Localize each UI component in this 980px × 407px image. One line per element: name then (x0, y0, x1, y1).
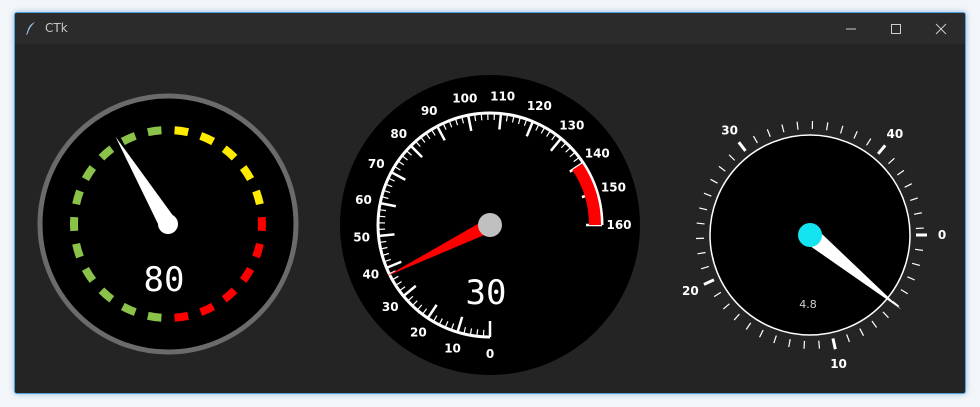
middle-gauge-tick (476, 329, 479, 337)
right-gauge-tick (907, 276, 915, 281)
right-gauge-label: 20 (682, 284, 699, 298)
right-gauge-value: 4.8 (799, 298, 817, 311)
right-gauge-tick (900, 289, 909, 295)
right-gauge-tick (788, 339, 791, 348)
middle-gauge-label: 150 (601, 181, 626, 195)
middle-gauge-tick (378, 215, 386, 218)
middle-gauge-label: 10 (444, 341, 461, 355)
close-icon (935, 23, 947, 35)
minimize-icon (846, 28, 856, 30)
right-gauge-tick (882, 311, 889, 319)
middle-gauge-label: 30 (382, 300, 399, 314)
right-gauge-tick (745, 322, 752, 330)
right-gauge-tick (910, 197, 918, 202)
right-gauge-tick (818, 340, 821, 349)
middle-gauge-label: 60 (355, 193, 372, 207)
right-gauge-label: 10 (830, 357, 847, 371)
right-gauge-tick (888, 157, 895, 165)
right-gauge[interactable]: 0 10 20 30 40 4.8 (682, 90, 951, 371)
title-bar[interactable]: CTk (15, 13, 965, 44)
right-gauge-tick (737, 141, 747, 152)
right-gauge-tick (781, 124, 785, 133)
right-gauge-tick (703, 192, 712, 197)
right-gauge-tick (839, 125, 844, 134)
right-gauge-tick (700, 265, 709, 270)
app-window: CTk 80 0 10 20 30 40 50 60 70 80 90 100 … (14, 12, 966, 394)
middle-gauge-tick (378, 233, 395, 238)
right-gauge-tick (773, 335, 777, 344)
right-gauge-tick (713, 291, 722, 298)
right-gauge-tick (703, 278, 715, 286)
right-gauge-tick (718, 165, 726, 172)
right-gauge-tick (846, 334, 851, 343)
middle-gauge-label: 160 (606, 218, 631, 232)
middle-gauge-label: 120 (527, 99, 552, 113)
left-gauge-hub (158, 214, 178, 234)
middle-gauge-value: 30 (466, 273, 507, 313)
middle-gauge-label: 100 (452, 91, 477, 105)
right-gauge-tick (722, 303, 730, 310)
right-gauge-tick (831, 338, 837, 350)
middle-gauge-label: 40 (362, 267, 379, 281)
right-gauge-tick (796, 121, 799, 130)
right-gauge-tick (871, 320, 878, 328)
middle-gauge-tick (480, 113, 483, 121)
right-gauge-tick (752, 135, 758, 144)
close-button[interactable] (918, 13, 964, 44)
right-gauge-tick (911, 262, 921, 267)
feather-icon (26, 22, 35, 35)
right-gauge-label: 40 (886, 127, 903, 141)
right-gauge-tick (859, 328, 865, 336)
right-gauge-tick (697, 251, 706, 255)
middle-gauge-label: 80 (390, 127, 407, 141)
right-gauge-tick (733, 313, 740, 321)
gauge-panel: 80 0 10 20 30 40 50 60 70 80 90 100 110 120 130 140 150… (15, 44, 965, 393)
right-gauge-hub (798, 223, 822, 247)
middle-gauge-label: 130 (559, 118, 584, 132)
middle-gauge-label: 20 (410, 325, 427, 339)
middle-gauge-label: 140 (585, 146, 610, 160)
right-gauge-tick (904, 183, 913, 188)
middle-gauge[interactable]: 0 10 20 30 40 50 60 70 80 90 100 110 120 130140 150 160… (340, 75, 640, 375)
middle-gauge-hub (478, 213, 502, 237)
right-gauge-tick (728, 154, 736, 161)
minimize-button[interactable] (828, 13, 874, 44)
maximize-button[interactable] (873, 13, 919, 44)
right-gauge-tick (876, 144, 887, 155)
middle-gauge-label: 50 (353, 231, 370, 245)
right-gauge-tick (766, 129, 771, 137)
right-gauge-tick (897, 169, 905, 176)
middle-gauge-label: 70 (368, 157, 385, 171)
right-gauge-tick (710, 178, 718, 184)
right-gauge-tick (853, 131, 858, 139)
right-gauge-label: 30 (721, 123, 738, 137)
right-gauge-tick (696, 222, 705, 225)
right-gauge-tick (759, 329, 764, 338)
right-gauge-tick (699, 207, 708, 211)
maximize-icon (891, 24, 901, 34)
left-gauge-value: 80 (144, 260, 185, 300)
left-gauge-segment (70, 216, 79, 232)
left-gauge[interactable]: 80 (37, 93, 299, 355)
right-gauge-tick (825, 122, 829, 131)
middle-gauge-tick (498, 113, 503, 130)
right-gauge-label: 0 (938, 228, 946, 242)
middle-gauge-label: 0 (486, 347, 494, 361)
middle-gauge-label: 110 (490, 90, 515, 104)
window-title: CTk (45, 21, 68, 35)
right-gauge-tick (913, 212, 922, 215)
left-gauge-segment (257, 216, 266, 232)
right-gauge-tick (866, 138, 872, 146)
right-gauge-tick (914, 248, 924, 251)
middle-gauge-label: 90 (421, 104, 438, 118)
